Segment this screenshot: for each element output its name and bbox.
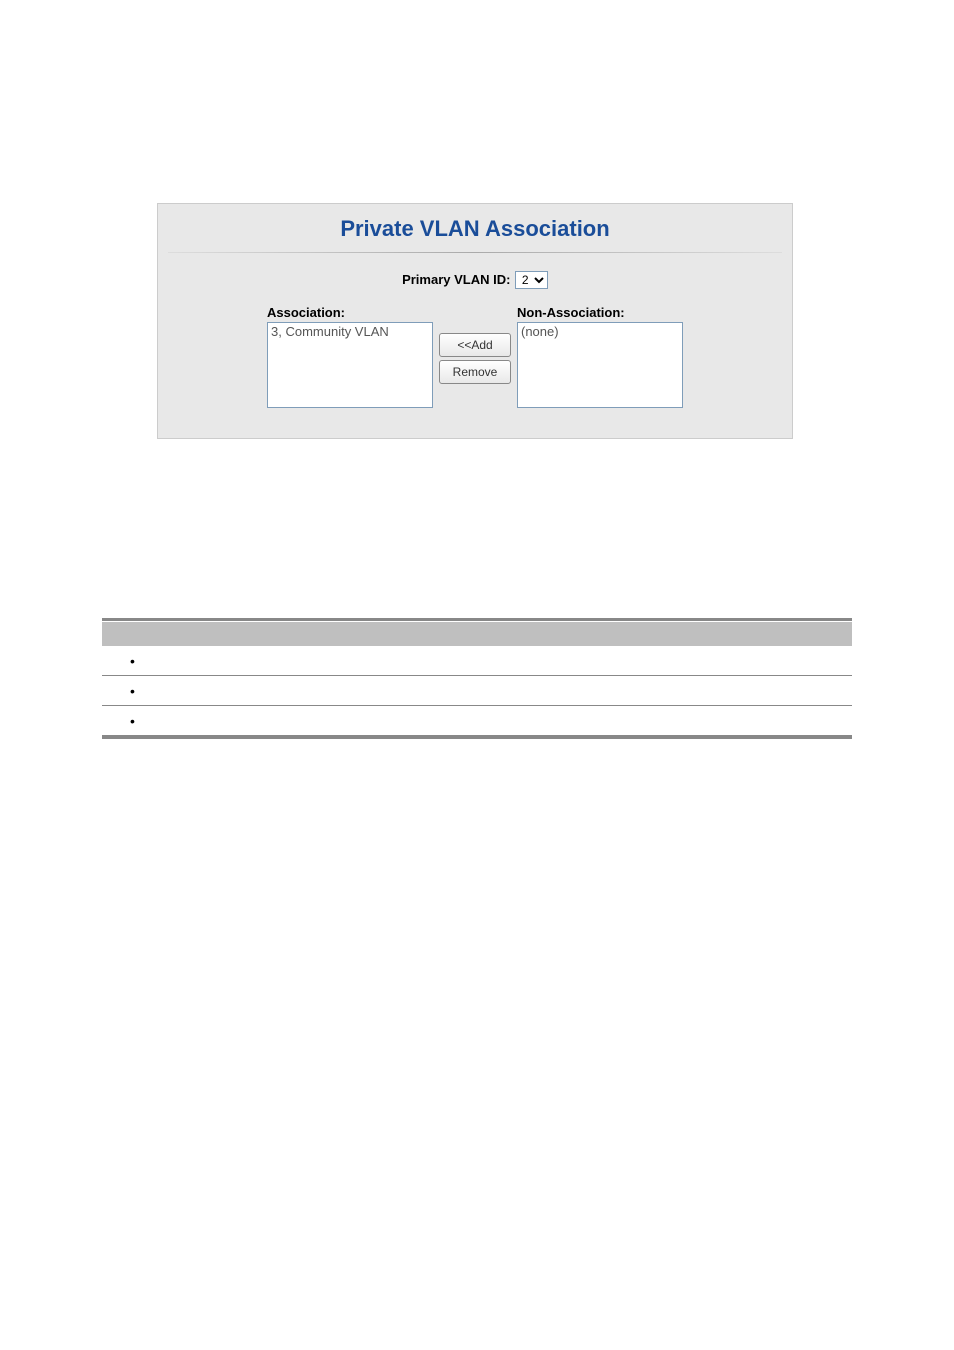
non-association-column: Non-Association: (none) — [517, 305, 683, 408]
primary-vlan-row: Primary VLAN ID: 2 — [158, 271, 792, 305]
remove-button[interactable]: Remove — [439, 360, 511, 384]
association-listbox[interactable]: 3, Community VLAN — [267, 322, 433, 408]
association-header: Association: — [267, 305, 433, 320]
list-item[interactable]: 3, Community VLAN — [271, 324, 429, 339]
list-item — [102, 676, 852, 706]
bottom-border — [102, 736, 852, 739]
non-association-listbox[interactable]: (none) — [517, 322, 683, 408]
primary-vlan-label: Primary VLAN ID: — [402, 272, 510, 287]
list-item — [102, 706, 852, 736]
top-border — [102, 618, 852, 621]
buttons-column: <<Add Remove — [439, 305, 511, 408]
panel-title: Private VLAN Association — [158, 204, 792, 252]
bullet-list — [102, 646, 852, 736]
vlan-association-panel: Private VLAN Association Primary VLAN ID… — [157, 203, 793, 439]
bottom-table-section — [102, 618, 852, 739]
primary-vlan-select[interactable]: 2 — [515, 271, 548, 289]
lists-container: Association: 3, Community VLAN <<Add Rem… — [158, 305, 792, 438]
list-item — [102, 646, 852, 676]
non-association-header: Non-Association: — [517, 305, 683, 320]
list-item[interactable]: (none) — [521, 324, 679, 339]
table-header-bar — [102, 622, 852, 646]
add-button[interactable]: <<Add — [439, 333, 511, 357]
divider — [168, 252, 782, 253]
association-column: Association: 3, Community VLAN — [267, 305, 433, 408]
